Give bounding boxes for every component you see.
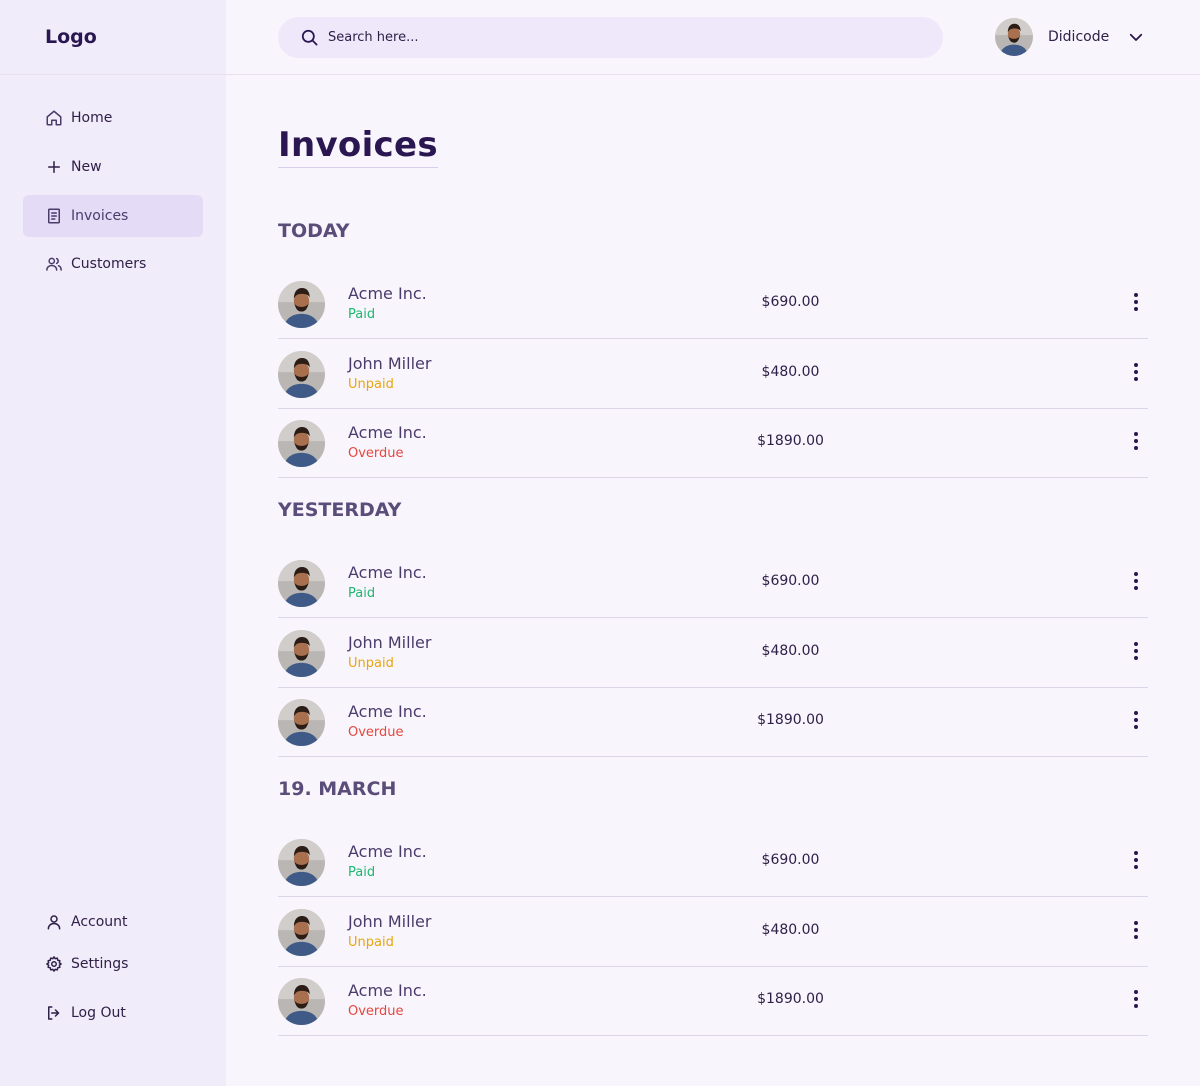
invoice-row[interactable]: Acme Inc. Paid $690.00: [278, 549, 1148, 618]
customer-name: Acme Inc.: [348, 842, 427, 861]
kebab-menu-icon: [1133, 710, 1139, 734]
more-options-button[interactable]: [1128, 292, 1144, 316]
sidebar-item-label: Settings: [71, 956, 129, 972]
customer-name: Acme Inc.: [348, 423, 427, 442]
status-badge: Paid: [348, 586, 376, 601]
sidebar-item-label: Log Out: [71, 1005, 126, 1021]
sidebar-item-settings[interactable]: Settings: [23, 943, 203, 985]
status-badge: Unpaid: [348, 376, 394, 392]
invoice-row[interactable]: John Miller Unpaid $480.00: [278, 898, 1148, 967]
more-options-button[interactable]: [1128, 571, 1144, 595]
customer-name: John Miller: [348, 632, 432, 652]
more-options-button[interactable]: [1128, 920, 1144, 944]
customer-avatar: [278, 699, 325, 746]
logo[interactable]: Logo: [45, 26, 97, 48]
customer-name: John Miller: [348, 353, 432, 373]
customer-name: Acme Inc.: [348, 284, 427, 303]
kebab-menu-icon: [1133, 850, 1139, 874]
sidebar-item-home[interactable]: Home: [23, 97, 203, 139]
customer-avatar: [278, 350, 325, 398]
more-options-button[interactable]: [1128, 641, 1144, 665]
plus-icon: [45, 158, 63, 176]
sidebar-item-label: Customers: [71, 256, 147, 272]
users-icon: [45, 255, 63, 273]
status-badge: Unpaid: [348, 934, 394, 950]
customer-avatar: [278, 908, 325, 956]
customer-avatar: [278, 839, 325, 886]
invoice-row[interactable]: Acme Inc. Paid $690.00: [278, 270, 1148, 339]
customer-name: John Miller: [348, 911, 432, 931]
topbar: Didicode: [226, 0, 1200, 75]
section-title: TODAY: [278, 220, 350, 242]
logout-icon: [45, 1004, 63, 1022]
logo-area: Logo: [0, 0, 226, 75]
sidebar-item-label: New: [71, 159, 102, 175]
customer-avatar: [278, 420, 325, 467]
invoice-amount: $1890.00: [757, 712, 824, 728]
customer-avatar: [278, 978, 325, 1025]
kebab-menu-icon: [1133, 571, 1139, 595]
sidebar-item-label: Home: [71, 110, 113, 126]
status-badge: Overdue: [348, 725, 404, 740]
sidebar-item-label: Invoices: [71, 208, 129, 224]
kebab-menu-icon: [1133, 920, 1139, 944]
section-title: 19. MARCH: [278, 778, 397, 800]
more-options-button[interactable]: [1128, 850, 1144, 874]
invoice-amount: $480.00: [761, 363, 820, 380]
gear-icon: [45, 955, 63, 973]
username: Didicode: [1048, 29, 1110, 45]
search-input[interactable]: [328, 30, 888, 45]
invoice-row[interactable]: Acme Inc. Paid $690.00: [278, 828, 1148, 897]
customer-avatar: [278, 560, 325, 607]
invoice-amount: $690.00: [761, 852, 820, 868]
invoice-amount: $690.00: [761, 294, 820, 310]
more-options-button[interactable]: [1128, 710, 1144, 734]
document-icon: [45, 207, 63, 225]
kebab-menu-icon: [1133, 292, 1139, 316]
customer-avatar: [278, 281, 325, 328]
status-badge: Paid: [348, 307, 376, 322]
invoice-amount: $690.00: [761, 573, 820, 589]
section-title: YESTERDAY: [278, 499, 402, 521]
status-badge: Unpaid: [348, 655, 394, 671]
invoice-amount: $1890.00: [757, 991, 824, 1007]
invoice-row[interactable]: Acme Inc. Overdue $1890.00: [278, 688, 1148, 757]
user-menu[interactable]: Didicode: [995, 18, 1145, 56]
invoice-amount: $480.00: [761, 642, 820, 659]
more-options-button[interactable]: [1128, 989, 1144, 1013]
invoice-amount: $1890.00: [757, 433, 824, 449]
invoice-amount: $480.00: [761, 921, 820, 938]
more-options-button[interactable]: [1128, 362, 1144, 386]
status-badge: Paid: [348, 865, 376, 880]
kebab-menu-icon: [1133, 362, 1139, 386]
kebab-menu-icon: [1133, 431, 1139, 455]
invoice-row[interactable]: John Miller Unpaid $480.00: [278, 619, 1148, 688]
search-icon: [301, 29, 318, 46]
sidebar-item-customers[interactable]: Customers: [23, 243, 203, 285]
customer-name: Acme Inc.: [348, 563, 427, 582]
invoice-row[interactable]: John Miller Unpaid $480.00: [278, 340, 1148, 409]
status-badge: Overdue: [348, 1004, 404, 1019]
sidebar-item-invoices[interactable]: Invoices: [23, 195, 203, 237]
kebab-menu-icon: [1133, 641, 1139, 665]
more-options-button[interactable]: [1128, 431, 1144, 455]
status-badge: Overdue: [348, 446, 404, 461]
invoice-row[interactable]: Acme Inc. Overdue $1890.00: [278, 967, 1148, 1036]
sidebar: Logo Home New Invoices Customers Account: [0, 0, 226, 1086]
sidebar-item-new[interactable]: New: [23, 146, 203, 188]
sidebar-item-logout[interactable]: Log Out: [23, 992, 203, 1034]
chevron-down-icon[interactable]: [1127, 28, 1145, 46]
user-icon: [45, 913, 63, 931]
invoice-row[interactable]: Acme Inc. Overdue $1890.00: [278, 409, 1148, 478]
customer-name: Acme Inc.: [348, 702, 427, 721]
customer-avatar: [278, 629, 325, 677]
avatar[interactable]: [995, 18, 1033, 56]
home-icon: [45, 109, 63, 127]
search-bar[interactable]: [278, 17, 943, 58]
customer-name: Acme Inc.: [348, 981, 427, 1000]
kebab-menu-icon: [1133, 989, 1139, 1013]
page-title: Invoices: [278, 125, 438, 168]
sidebar-item-account[interactable]: Account: [23, 901, 203, 943]
sidebar-item-label: Account: [71, 914, 128, 930]
